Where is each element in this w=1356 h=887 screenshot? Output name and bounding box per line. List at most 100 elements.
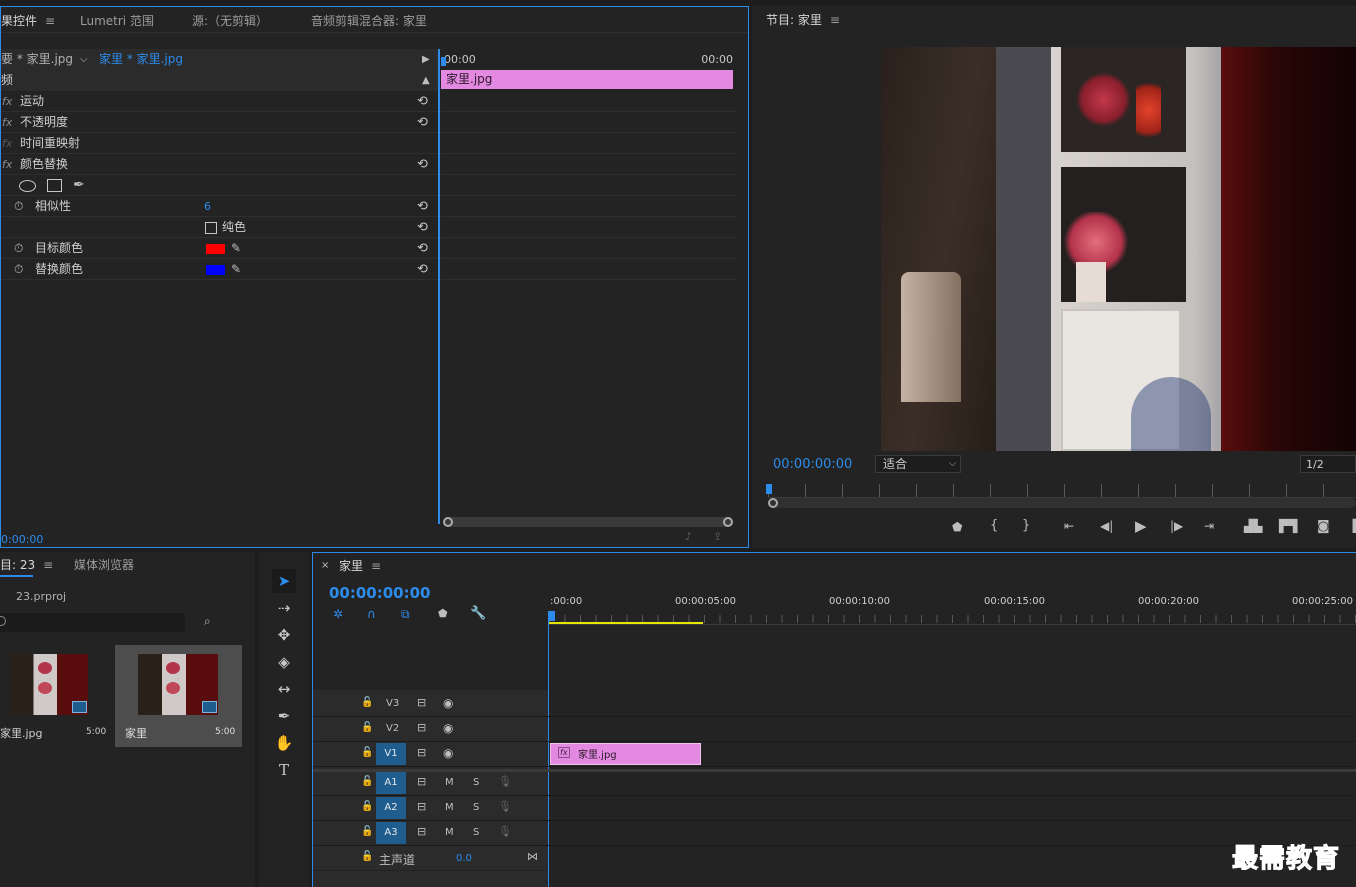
- reset-icon[interactable]: ⟲: [417, 154, 428, 175]
- resolution-dropdown[interactable]: 1/2: [1300, 455, 1356, 473]
- effect-row-color-replace[interactable]: fx 颜色替换 ⟲: [1, 154, 438, 175]
- nest-sequence-icon[interactable]: ✲: [333, 607, 343, 621]
- more-buttons-icon[interactable]: ▐: [1348, 519, 1356, 533]
- effect-row-motion[interactable]: fx 运动 ⟲: [1, 91, 438, 112]
- scroll-handle-left[interactable]: [443, 517, 453, 527]
- panel-menu-icon[interactable]: ≡: [371, 557, 381, 575]
- mini-timeline-ruler[interactable]: 00:00 00:00: [441, 49, 736, 70]
- ripple-edit-tool-icon[interactable]: ✥: [272, 623, 296, 647]
- new-search-bin-icon[interactable]: ⌕: [204, 614, 211, 629]
- program-timecode[interactable]: 00:00:00:00: [773, 457, 852, 472]
- program-playhead[interactable]: [766, 484, 772, 494]
- project-item-clip[interactable]: 家里.jpg 5:00: [0, 645, 113, 747]
- hand-tool-icon[interactable]: ✋: [272, 731, 296, 755]
- master-volume-value[interactable]: 0.0: [456, 853, 472, 864]
- microphone-icon[interactable]: 🎙: [498, 775, 512, 788]
- ellipse-mask-icon[interactable]: [19, 180, 36, 192]
- tab-sequence[interactable]: 家里 ≡: [339, 557, 381, 575]
- replace-color-swatch[interactable]: [206, 265, 225, 275]
- tab-lumetri-scopes[interactable]: Lumetri 范围: [80, 12, 154, 30]
- play-triangle-icon[interactable]: ▶: [422, 49, 430, 70]
- go-to-in-icon[interactable]: ⇤: [1064, 519, 1074, 533]
- fx-icon[interactable]: fx: [2, 112, 12, 133]
- target-color-swatch[interactable]: [206, 244, 225, 254]
- project-item-sequence[interactable]: 家里 5:00: [115, 645, 242, 747]
- tab-effect-controls[interactable]: 果控件 ≡: [1, 12, 55, 30]
- solo-button[interactable]: S: [473, 802, 479, 813]
- panel-menu-icon[interactable]: ≡: [45, 12, 55, 30]
- program-video-frame[interactable]: [881, 47, 1356, 451]
- lock-icon[interactable]: 🔓: [361, 801, 373, 812]
- sync-lock-icon[interactable]: ⊟: [417, 800, 426, 813]
- timeline-ruler[interactable]: :00:00 00:00:05:00 00:00:10:00 00:00:15:…: [549, 593, 1356, 625]
- solo-button[interactable]: S: [473, 827, 479, 838]
- wrench-icon[interactable]: 🔧: [470, 606, 486, 621]
- tab-project[interactable]: 目: 23 ≡: [0, 556, 53, 574]
- step-back-icon[interactable]: ◀|: [1100, 519, 1113, 533]
- eye-icon[interactable]: ◉: [443, 746, 453, 760]
- mute-button[interactable]: M: [445, 802, 454, 813]
- fx-icon[interactable]: fx: [2, 154, 12, 175]
- panel-menu-icon[interactable]: ≡: [43, 556, 53, 574]
- collapse-icon[interactable]: ▲: [422, 70, 430, 91]
- track-select-tool-icon[interactable]: ⇢: [272, 596, 296, 620]
- eyedropper-icon[interactable]: ✎: [231, 238, 241, 259]
- reset-icon[interactable]: ⟲: [417, 217, 428, 238]
- stopwatch-icon[interactable]: ⏱: [14, 238, 23, 259]
- lock-icon[interactable]: 🔓: [361, 826, 373, 837]
- reset-icon[interactable]: ⟲: [417, 196, 428, 217]
- type-tool-icon[interactable]: T: [272, 758, 296, 782]
- sync-lock-icon[interactable]: ⊟: [417, 696, 426, 709]
- eyedropper-icon[interactable]: ✎: [231, 259, 241, 280]
- fx-badge[interactable]: fx: [558, 747, 570, 758]
- mute-button[interactable]: M: [445, 777, 454, 788]
- program-zoom-bar[interactable]: [768, 498, 1356, 508]
- fx-icon[interactable]: fx: [2, 133, 12, 154]
- track-label[interactable]: V3: [386, 698, 399, 709]
- lock-icon[interactable]: 🔓: [361, 851, 373, 862]
- lock-icon[interactable]: 🔓: [361, 722, 373, 733]
- marker-icon[interactable]: ⬟: [952, 520, 962, 534]
- project-search-input[interactable]: [0, 613, 185, 632]
- solo-button[interactable]: S: [473, 777, 479, 788]
- reset-icon[interactable]: ⟲: [417, 91, 428, 112]
- similarity-value[interactable]: 6: [204, 196, 211, 217]
- snap-icon[interactable]: ∩: [367, 607, 376, 621]
- scroll-handle-right[interactable]: [723, 517, 733, 527]
- sync-lock-icon[interactable]: ⊟: [417, 746, 426, 759]
- tab-source[interactable]: 源:（无剪辑）: [192, 12, 268, 30]
- sequence-clip-label[interactable]: 家里 * 家里.jpg: [99, 49, 183, 70]
- lock-icon[interactable]: 🔓: [361, 747, 373, 758]
- slip-tool-icon[interactable]: ↔: [272, 677, 296, 701]
- eye-icon[interactable]: ◉: [443, 721, 453, 735]
- go-to-end-icon[interactable]: ⋈: [527, 850, 538, 863]
- effect-row-opacity[interactable]: fx 不透明度 ⟲: [1, 112, 438, 133]
- program-monitor-title[interactable]: 节目: 家里 ≡: [766, 11, 840, 29]
- sync-lock-icon[interactable]: ⊟: [417, 825, 426, 838]
- track-target-a1[interactable]: A1: [376, 772, 406, 794]
- scroll-handle-left[interactable]: [768, 498, 778, 508]
- program-ruler[interactable]: [768, 484, 1356, 498]
- fit-dropdown[interactable]: 适合 ⌵: [875, 455, 961, 473]
- mute-button[interactable]: M: [445, 827, 454, 838]
- timeline-clip[interactable]: fx 家里.jpg: [550, 743, 701, 765]
- extract-icon[interactable]: ▛▜: [1279, 519, 1297, 533]
- sync-lock-icon[interactable]: ⊟: [417, 775, 426, 788]
- linked-selection-icon[interactable]: ⧉: [401, 607, 410, 622]
- fx-icon[interactable]: fx: [2, 91, 12, 112]
- audio-toggle-icon[interactable]: ♪: [685, 530, 692, 543]
- timeline-timecode[interactable]: 00:00:00:00: [329, 584, 431, 602]
- go-to-out-icon[interactable]: ⇥: [1204, 519, 1214, 533]
- eye-icon[interactable]: ◉: [443, 696, 453, 710]
- tab-media-browser[interactable]: 媒体浏览器: [74, 556, 134, 574]
- track-label[interactable]: V2: [386, 723, 399, 734]
- microphone-icon[interactable]: 🎙: [498, 800, 512, 813]
- tab-audio-clip-mixer[interactable]: 音频剪辑混合器: 家里: [311, 12, 427, 30]
- video-section-header[interactable]: 频 ▲: [1, 70, 438, 91]
- timeline-bottom-scroll[interactable]: [313, 871, 548, 887]
- selection-tool-icon[interactable]: ➤: [272, 569, 296, 593]
- track-target-a3[interactable]: A3: [376, 822, 406, 844]
- ec-timecode[interactable]: 0:00:00: [1, 533, 43, 546]
- camera-icon[interactable]: ◙: [1317, 519, 1330, 534]
- effect-row-time-remap[interactable]: fx 时间重映射: [1, 133, 438, 154]
